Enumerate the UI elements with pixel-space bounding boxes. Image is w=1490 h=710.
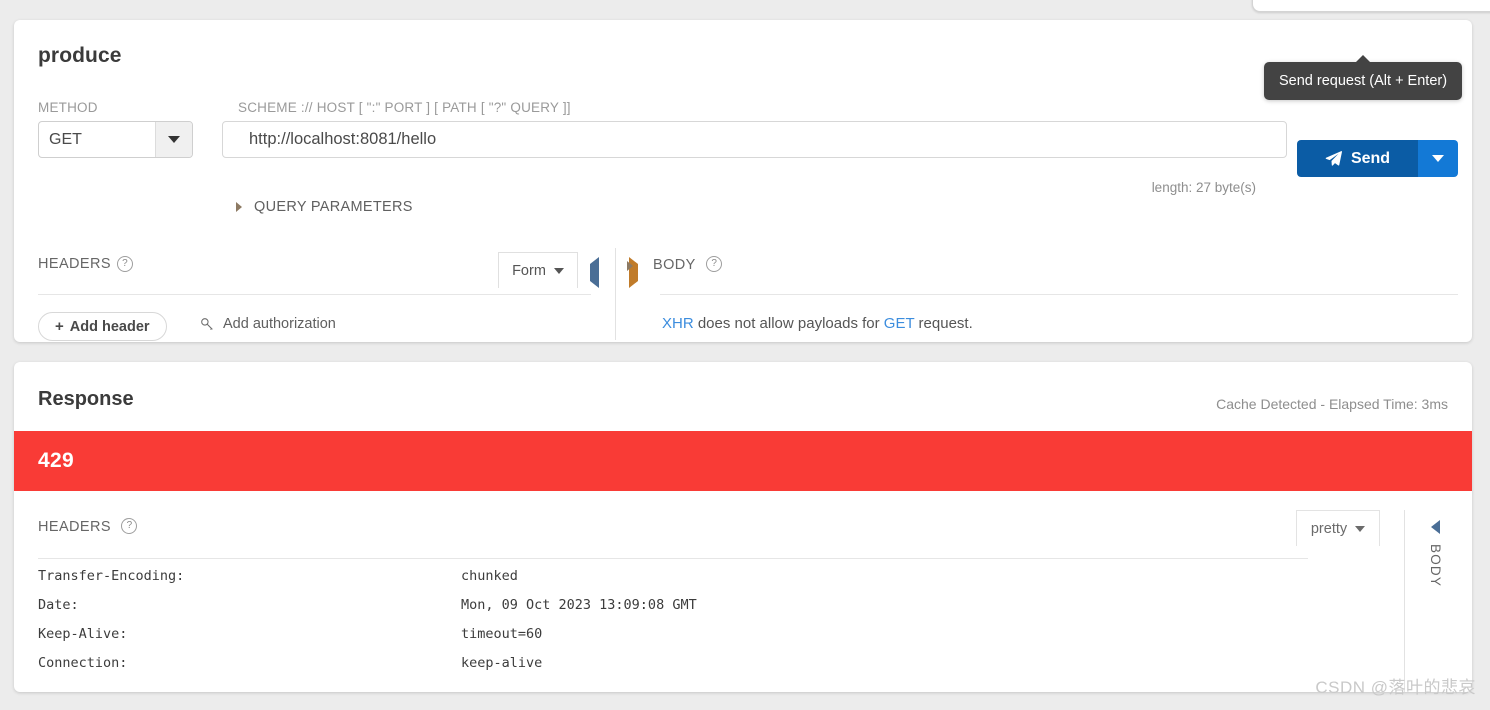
help-icon[interactable]: ? xyxy=(121,518,138,534)
paper-plane-icon xyxy=(1325,151,1342,166)
header-value: keep-alive xyxy=(461,655,543,671)
chevron-down-icon xyxy=(168,136,180,143)
response-headers-label: HEADERS xyxy=(38,519,111,535)
response-headers-body: Transfer-Encoding: chunked Date: Mon, 09… xyxy=(38,568,697,684)
body-message-tail: request. xyxy=(914,315,973,332)
response-format-dropdown[interactable]: pretty xyxy=(1296,510,1380,546)
xhr-link[interactable]: XHR xyxy=(662,315,694,332)
headers-format-value: Form xyxy=(512,262,546,279)
arrow-left-icon xyxy=(590,257,599,288)
query-parameters-toggle[interactable]: QUERY PARAMETERS xyxy=(236,199,413,215)
chevron-down-icon xyxy=(1355,525,1366,532)
send-dropdown-button[interactable] xyxy=(1418,140,1458,177)
help-icon[interactable]: ? xyxy=(116,256,133,272)
add-header-label: Add header xyxy=(69,318,150,335)
status-code: 429 xyxy=(38,449,74,472)
method-select[interactable]: GET xyxy=(38,121,193,158)
table-row: Keep-Alive: timeout=60 xyxy=(38,626,697,655)
url-input[interactable]: http://localhost:8081/hello xyxy=(222,121,1287,158)
table-row: Connection: keep-alive xyxy=(38,655,697,684)
chevron-right-icon[interactable] xyxy=(627,261,633,271)
header-value: timeout=60 xyxy=(461,626,543,642)
header-name: Connection: xyxy=(38,655,128,671)
add-header-button[interactable]: + Add header xyxy=(38,312,167,341)
collapse-left-button[interactable] xyxy=(590,257,599,288)
send-tooltip: Send request (Alt + Enter) xyxy=(1264,55,1463,100)
table-row: Date: Mon, 09 Oct 2023 13:09:08 GMT xyxy=(38,597,697,626)
send-button-label: Send xyxy=(1350,149,1391,167)
body-message: XHR does not allow payloads for GET requ… xyxy=(662,315,973,332)
method-dropdown-button[interactable] xyxy=(155,122,192,157)
request-title: produce xyxy=(38,44,122,67)
request-headers-label: HEADERS xyxy=(38,256,111,272)
panel-divider xyxy=(615,248,616,340)
response-body-tab-label: BODY xyxy=(1428,544,1443,588)
header-name: Keep-Alive: xyxy=(38,626,128,642)
help-icon[interactable]: ? xyxy=(706,256,723,272)
chevron-down-icon xyxy=(1432,155,1444,162)
chevron-down-icon xyxy=(553,267,564,274)
url-length-note: length: 27 byte(s) xyxy=(1151,180,1256,195)
response-title: Response xyxy=(38,388,134,410)
response-headers-table: Transfer-Encoding: chunked Date: Mon, 09… xyxy=(38,568,697,684)
header-name: Date: xyxy=(38,597,79,613)
status-bar: 429 xyxy=(14,431,1472,491)
request-body-label: BODY xyxy=(653,257,696,273)
table-row: Transfer-Encoding: chunked xyxy=(38,568,697,597)
send-button-group[interactable]: Send xyxy=(1297,140,1458,177)
method-label: METHOD xyxy=(38,100,98,115)
response-panel: Response Cache Detected - Elapsed Time: … xyxy=(14,362,1472,692)
chevron-right-icon xyxy=(236,202,242,212)
key-icon xyxy=(201,317,213,330)
response-panel-divider xyxy=(1404,510,1405,692)
method-select-value: GET xyxy=(49,130,82,148)
headers-format-dropdown[interactable]: Form xyxy=(498,252,578,288)
response-timing: Cache Detected - Elapsed Time: 3ms xyxy=(1216,396,1448,412)
request-headers-header: HEADERS ? Form xyxy=(38,252,591,295)
request-panel: produce METHOD SCHEME :// HOST [ ":" POR… xyxy=(14,20,1472,342)
top-panel-stub xyxy=(1252,0,1490,12)
header-name: Transfer-Encoding: xyxy=(38,568,185,584)
header-value: chunked xyxy=(461,568,518,584)
header-value: Mon, 09 Oct 2023 13:09:08 GMT xyxy=(461,597,697,613)
body-divider xyxy=(660,294,1458,295)
add-authorization-button[interactable]: Add authorization xyxy=(200,316,336,332)
get-link[interactable]: GET xyxy=(884,315,915,332)
send-button[interactable]: Send xyxy=(1297,140,1418,177)
response-body-tab[interactable]: BODY xyxy=(1428,520,1443,587)
response-headers-header: HEADERS ? xyxy=(38,518,1308,559)
query-parameters-label: QUERY PARAMETERS xyxy=(254,199,413,215)
request-body-header: BODY ? xyxy=(627,256,1462,274)
url-format-label: SCHEME :// HOST [ ":" PORT ] [ PATH [ "?… xyxy=(238,100,571,115)
add-authorization-label: Add authorization xyxy=(223,316,336,332)
plus-icon: + xyxy=(55,318,64,335)
arrow-left-icon xyxy=(1431,520,1440,534)
body-message-mid: does not allow payloads for xyxy=(693,315,884,332)
response-format-value: pretty xyxy=(1310,520,1348,537)
